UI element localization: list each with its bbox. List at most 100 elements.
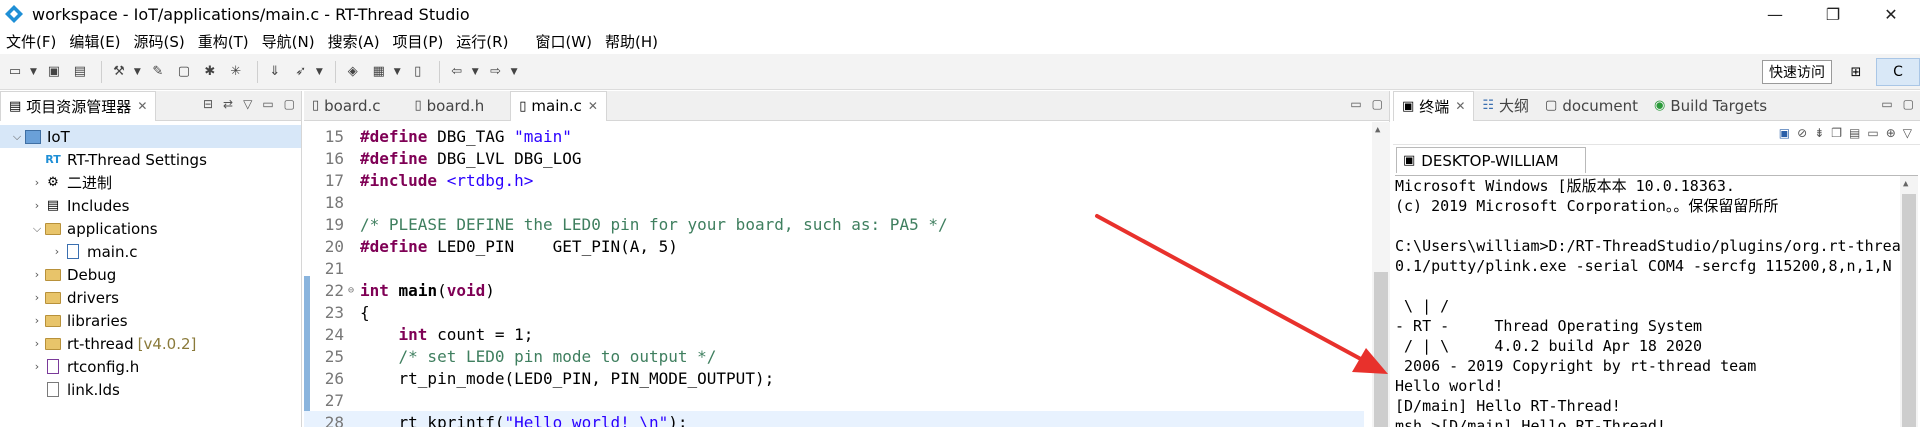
tree-item[interactable]: › main.c — [0, 240, 301, 263]
tree-item[interactable]: › rtconfig.h — [0, 355, 301, 378]
editor-scrollbar[interactable]: ▲ — [1372, 122, 1390, 427]
open-terminal-icon[interactable]: ▣ — [1779, 126, 1790, 140]
code-line[interactable]: 18 — [304, 191, 1364, 213]
menu-window[interactable]: 窗口(W) — [535, 31, 592, 52]
link-icon[interactable]: ◈ — [342, 61, 364, 83]
save-all-icon[interactable]: ▤ — [69, 61, 91, 83]
scrollbar-thumb[interactable] — [1374, 272, 1388, 427]
menu-refactor[interactable]: 重构(T) — [198, 31, 249, 52]
close-icon[interactable]: ✕ — [1455, 99, 1465, 113]
tree-item[interactable]: › ⚙ 二进制 — [0, 171, 301, 194]
code-line[interactable]: 16 #define DBG_LVL DBG_LOG — [304, 147, 1364, 169]
terminal-session-tab[interactable]: ▣ DESKTOP-WILLIAM — [1396, 147, 1586, 173]
run-icon[interactable]: ➶ — [290, 61, 312, 83]
terminal-scrollbar[interactable]: ▲ — [1900, 176, 1918, 427]
download-icon[interactable]: ⇓ — [264, 61, 286, 83]
chevron-right-icon[interactable]: › — [30, 291, 44, 304]
open-perspective-icon[interactable]: ⊞ — [1846, 62, 1866, 82]
tab-terminal[interactable]: ▣ 终端 ✕ — [1393, 90, 1475, 121]
tree-item[interactable]: › Debug — [0, 263, 301, 286]
menu-help[interactable]: 帮助(H) — [605, 31, 658, 52]
chevron-right-icon[interactable]: › — [30, 268, 44, 281]
code-editor[interactable]: ▲ 15 #define DBG_TAG "main" 16 #define DBG_… — [304, 122, 1390, 427]
document-icon[interactable]: ▯ — [407, 61, 429, 83]
chevron-right-icon[interactable]: › — [30, 176, 44, 189]
collapse-all-icon[interactable]: ⊟ — [203, 97, 213, 111]
minimize-view-icon[interactable]: ▭ — [262, 97, 273, 111]
debug-icon[interactable]: ✱ — [199, 61, 221, 83]
settings-icon[interactable]: ✎ — [147, 61, 169, 83]
chevron-down-icon[interactable]: ▼ — [511, 67, 518, 77]
menu-search[interactable]: 搜索(A) — [328, 31, 380, 52]
menu-project[interactable]: 项目(P) — [393, 31, 444, 52]
chevron-down-icon[interactable]: ▼ — [134, 67, 141, 77]
code-line[interactable]: 28 rt_kprintf("Hello world! \n"); — [304, 411, 1364, 427]
chevron-down-icon[interactable]: ▼ — [30, 67, 37, 77]
terminal-output[interactable]: Microsoft Windows [版版本本 10.0.18363. (c) 2… — [1395, 175, 1918, 427]
chevron-down-icon[interactable]: ⌵ — [30, 222, 44, 236]
forward-arrow-icon[interactable]: ⇨ — [485, 61, 507, 83]
menu-file[interactable]: 文件(F) — [6, 31, 56, 52]
code-line[interactable]: 15 #define DBG_TAG "main" — [304, 125, 1364, 147]
tree-item[interactable]: › rt-thread [v4.0.2] — [0, 332, 301, 355]
scroll-up-icon[interactable]: ▲ — [1903, 179, 1908, 189]
chevron-down-icon[interactable]: ⌵ — [10, 130, 24, 144]
code-line[interactable]: 19 /* PLEASE DEFINE the LED0 pin for your… — [304, 213, 1364, 235]
menu-navigate[interactable]: 导航(N) — [262, 31, 315, 52]
bug-icon[interactable]: ✳ — [225, 61, 247, 83]
tree-item[interactable]: link.lds — [0, 378, 301, 401]
chevron-down-icon[interactable]: ▼ — [472, 67, 479, 77]
maximize-view-icon[interactable]: ▢ — [1372, 97, 1383, 111]
tree-item[interactable]: › libraries — [0, 309, 301, 332]
tree-item[interactable]: ⌵ IoT — [0, 125, 301, 148]
tree-item[interactable]: ⌵ applications — [0, 217, 301, 240]
view-menu-icon[interactable]: ▽ — [1903, 126, 1912, 140]
chevron-right-icon[interactable]: › — [30, 314, 44, 327]
quick-access-field[interactable]: 快速访问 — [1762, 60, 1832, 84]
tab-board-c[interactable]: ▯ board.c — [304, 91, 389, 121]
back-arrow-icon[interactable]: ⇦ — [446, 61, 468, 83]
fold-toggle-icon[interactable]: ⊖ — [348, 285, 358, 296]
build-hammer-icon[interactable]: ⚒ — [108, 61, 130, 83]
copy-icon[interactable]: ❐ — [1831, 126, 1842, 140]
menu-run[interactable]: 运行(R) — [456, 31, 508, 52]
clear-icon[interactable]: ▭ — [1867, 126, 1878, 140]
scrollbar-thumb[interactable] — [1902, 194, 1916, 427]
new-icon[interactable]: ▭ — [4, 61, 26, 83]
scroll-lock-icon[interactable]: ⇟ — [1814, 126, 1824, 140]
code-line[interactable]: 20 #define LED0_PIN GET_PIN(A, 5) — [304, 235, 1364, 257]
chevron-right-icon[interactable]: › — [50, 245, 64, 258]
minimize-view-icon[interactable]: ▭ — [1881, 97, 1892, 111]
tab-build-targets[interactable]: ◉ Build Targets — [1646, 91, 1775, 121]
minimize-button[interactable]: — — [1746, 0, 1804, 28]
chevron-right-icon[interactable]: › — [30, 199, 44, 212]
chevron-down-icon[interactable]: ▼ — [316, 67, 323, 77]
maximize-button[interactable]: ❐ — [1804, 0, 1862, 28]
tab-board-h[interactable]: ▯ board.h — [407, 91, 493, 121]
chevron-right-icon[interactable]: › — [30, 337, 44, 350]
chevron-right-icon[interactable]: › — [30, 360, 44, 373]
code-line[interactable]: 23 { — [304, 301, 1364, 323]
tab-outline[interactable]: ☷ 大纲 — [1474, 91, 1537, 121]
code-line[interactable]: 22 ⊖ int main(void) — [304, 279, 1364, 301]
code-line[interactable]: 25 /* set LED0 pin mode to output */ — [304, 345, 1364, 367]
view-menu-icon[interactable]: ▽ — [243, 97, 252, 111]
c-perspective-button[interactable]: C — [1876, 58, 1920, 86]
code-line[interactable]: 27 — [304, 389, 1364, 411]
code-line[interactable]: 24 int count = 1; — [304, 323, 1364, 345]
menu-source[interactable]: 源码(S) — [134, 31, 185, 52]
maximize-view-icon[interactable]: ▢ — [1903, 97, 1914, 111]
minimize-view-icon[interactable]: ▭ — [1350, 97, 1361, 111]
tab-project-explorer[interactable]: ▤ 项目资源管理器 ✕ — [0, 90, 157, 121]
code-line[interactable]: 17 #include <rtdbg.h> — [304, 169, 1364, 191]
paste-icon[interactable]: ▤ — [1849, 126, 1860, 140]
save-icon[interactable]: ▣ — [43, 61, 65, 83]
package-icon[interactable]: ▦ — [368, 61, 390, 83]
link-editor-icon[interactable]: ⇄ — [223, 97, 233, 111]
tab-main-c[interactable]: ▯ main.c ✕ — [510, 90, 607, 121]
code-line[interactable]: 21 — [304, 257, 1364, 279]
close-icon[interactable]: ✕ — [137, 99, 147, 113]
maximize-view-icon[interactable]: ▢ — [284, 97, 295, 111]
pin-icon[interactable]: ⊕ — [1886, 126, 1896, 140]
code-line[interactable]: 26 rt_pin_mode(LED0_PIN, PIN_MODE_OUTPUT… — [304, 367, 1364, 389]
